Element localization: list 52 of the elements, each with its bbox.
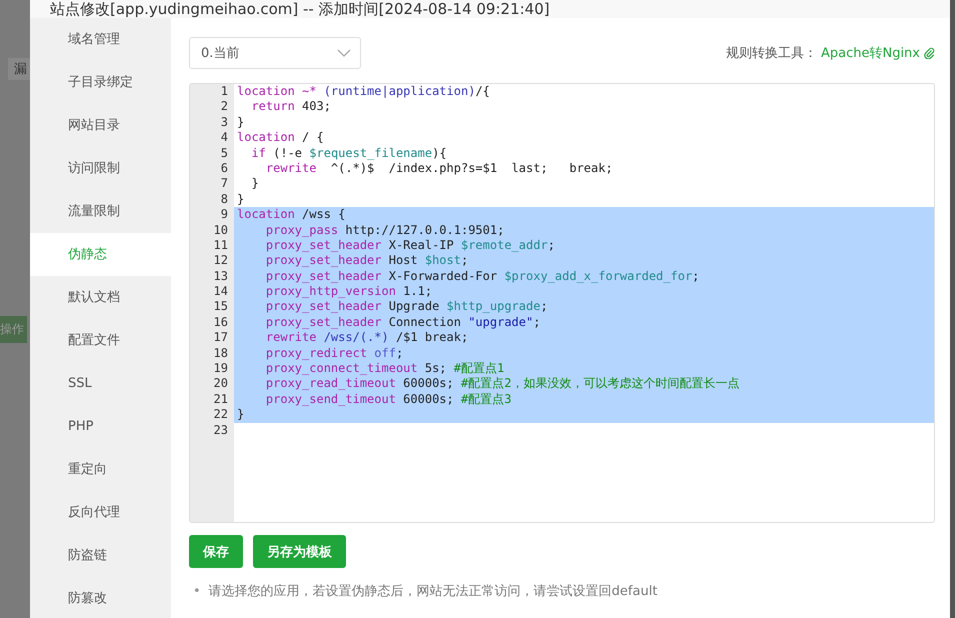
line-number: 7 [190,176,234,192]
code-line: location / { [236,130,325,146]
line-number: 6 [190,160,234,176]
line-number: 21 [190,392,234,408]
line-number: 2 [190,99,234,115]
line-number: 13 [190,268,234,284]
code-line: location ~* (runtime|application)/{ [236,84,491,100]
sidebar-item[interactable]: 反向代理 [30,491,171,534]
line-number: 12 [190,253,234,269]
sidebar-item[interactable]: 网站目录 [30,104,171,147]
sidebar-item[interactable]: 配置文件 [30,319,171,362]
line-number: 23 [190,422,234,438]
sidebar-item[interactable]: 子目录绑定 [30,61,171,104]
sidebar-item[interactable]: 默认文档 [30,276,171,319]
sidebar-item[interactable]: SSL [30,362,171,405]
template-select[interactable]: 0.当前 [189,37,361,69]
line-number: 11 [190,238,234,254]
line-number: 10 [190,222,234,238]
sidebar-item[interactable]: PHP [30,405,171,448]
sidebar-item[interactable]: 域名管理 [30,18,171,61]
code-editor[interactable] [189,83,935,523]
line-number: 9 [190,207,234,223]
line-number: 19 [190,361,234,376]
sidebar-item[interactable]: 访问限制 [30,147,171,190]
line-number: 15 [190,299,234,315]
code-line: } [236,114,246,130]
sidebar-item[interactable]: 防篡改 [30,577,171,618]
line-number: 16 [190,314,234,330]
line-number: 3 [190,114,234,130]
line-number: 20 [190,376,234,392]
note-text: 请选择您的应用，若设置伪静态后，网站无法正常访问，请尝试设置回default [208,583,658,601]
sidebar-item[interactable]: 防盗链 [30,534,171,577]
line-number: 18 [190,346,234,362]
code-line: } [236,192,246,208]
paperclip-icon [924,47,935,59]
code-line: if (!-e $request_filename){ [250,146,448,161]
line-number: 1 [190,84,234,100]
chevron-down-icon [337,49,351,57]
sidebar-item[interactable]: 重定向 [30,448,171,491]
code-line: return 403; [250,99,332,115]
code-line: } [250,176,260,192]
line-number: 14 [190,284,234,300]
line-number: 8 [190,192,234,208]
line-number: 4 [190,130,234,146]
line-number: 17 [190,330,234,346]
code-line: rewrite ^(.*)$ /index.php?s=$1 last; break; [264,160,614,176]
converter-label: 规则转换工具： [726,45,817,62]
sidebar-item[interactable]: 流量限制 [30,190,171,233]
window-title: 站点修改[app.yudingmeihao.com] -- 添加时间[2024-08-14 09:21:40] [50,0,550,18]
line-number: 22 [190,407,234,423]
line-number: 5 [190,146,234,161]
bullet-icon: • [193,583,201,601]
